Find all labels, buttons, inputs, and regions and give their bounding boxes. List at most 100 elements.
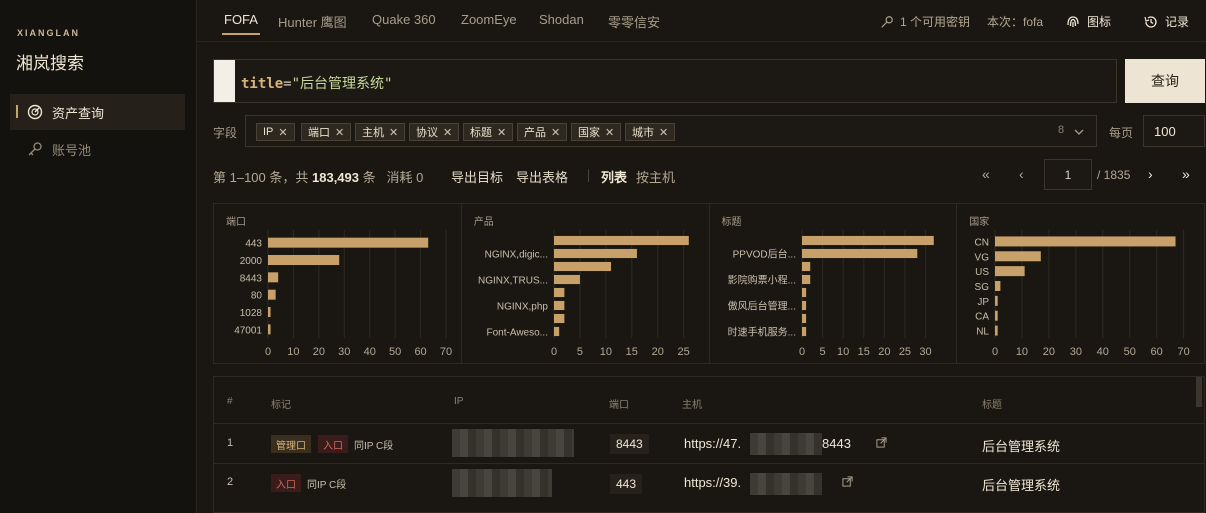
bar	[995, 281, 1001, 291]
bar	[801, 313, 806, 324]
host-link[interactable]: https://47.	[684, 436, 741, 451]
bar	[995, 266, 1025, 277]
tag-management: 管理口	[271, 435, 311, 453]
row-note: 同IP C段	[354, 441, 394, 452]
close-icon: ✕	[389, 126, 399, 139]
tab-quake[interactable]: Quake 360	[372, 12, 436, 27]
tab-hunter[interactable]: Hunter 鹰图	[278, 12, 347, 31]
category-label: CN	[975, 237, 989, 248]
close-icon: ✕	[497, 126, 507, 139]
x-tick-label: 5	[577, 346, 583, 358]
x-tick-label: 25	[677, 346, 689, 358]
page-input[interactable]: 1	[1044, 159, 1092, 190]
bar	[801, 248, 917, 259]
field-chip[interactable]: 主机 ✕	[355, 123, 406, 141]
x-tick-label: 50	[389, 346, 401, 358]
field-chip[interactable]: 产品 ✕	[517, 123, 568, 141]
view-list-tab[interactable]: 列表	[601, 167, 627, 186]
redacted-host	[750, 433, 822, 455]
next-page-icon[interactable]: ›	[1148, 166, 1153, 182]
search-query: title="后台管理系统"	[241, 76, 393, 92]
history-icon	[1144, 15, 1157, 28]
sidebar-item-account-pool[interactable]: 账号池	[10, 131, 185, 167]
chevron-down-icon	[1074, 129, 1084, 135]
category-label: NGINX,digic...	[484, 250, 547, 261]
tag-entry: 入口	[318, 435, 348, 453]
field-chip[interactable]: 协议 ✕	[409, 123, 460, 141]
page-total: / 1835	[1097, 168, 1131, 182]
x-tick-label: 5	[819, 346, 825, 358]
bar	[553, 326, 559, 337]
category-label: CA	[975, 312, 989, 323]
category-label: NGINX,TRUS...	[478, 276, 548, 287]
per-page-input[interactable]: 100	[1143, 115, 1205, 147]
search-input[interactable]: title="后台管理系统"	[213, 59, 1117, 103]
search-button[interactable]: 查询	[1125, 59, 1205, 103]
tab-00sec[interactable]: 零零信安	[608, 12, 660, 31]
tab-fofa[interactable]: FOFA	[222, 12, 260, 35]
bar	[801, 274, 810, 285]
bar	[995, 236, 1176, 247]
x-tick-label: 0	[992, 346, 998, 358]
col-header-ip: IP	[454, 396, 464, 407]
gauge-icon	[26, 103, 44, 121]
x-tick-label: 20	[878, 346, 890, 358]
sidebar: XIANGLAN 湘岚搜索 资产查询 账号池	[0, 0, 197, 513]
export-table-button[interactable]: 导出表格	[516, 167, 568, 186]
close-icon: ✕	[278, 126, 288, 139]
bar	[553, 313, 565, 324]
bar	[801, 300, 806, 311]
bar	[268, 237, 429, 248]
x-tick-label: 40	[364, 346, 376, 358]
field-chip[interactable]: 国家 ✕	[571, 123, 622, 141]
export-targets-button[interactable]: 导出目标	[451, 167, 503, 186]
bar	[268, 289, 276, 300]
x-tick-label: 10	[287, 346, 299, 358]
first-page-icon[interactable]: «	[982, 166, 990, 182]
row-note: 同IP C段	[307, 480, 347, 491]
x-tick-label: 70	[1178, 346, 1190, 358]
sidebar-item-asset-query[interactable]: 资产查询	[10, 94, 185, 130]
x-tick-label: 0	[551, 346, 557, 358]
field-chip[interactable]: 标题 ✕	[463, 123, 514, 141]
chart-port: 端口 0 10 20 30 40 50 60 70 443 2000 8443 80 1028 47001	[214, 204, 462, 363]
field-chip[interactable]: IP ✕	[256, 123, 295, 141]
tab-zoomeye[interactable]: ZoomEye	[461, 12, 517, 27]
field-chip[interactable]: 端口 ✕	[301, 123, 352, 141]
x-tick-label: 20	[313, 346, 325, 358]
icons-button[interactable]: 图标	[1065, 13, 1111, 30]
port-badge: 8443	[610, 434, 649, 454]
available-keys[interactable]: 1 个可用密钥	[880, 13, 970, 30]
external-link-icon	[842, 476, 853, 487]
external-link-icon	[876, 437, 887, 448]
x-tick-label: 20	[1043, 346, 1055, 358]
view-host-tab[interactable]: 按主机	[636, 167, 675, 186]
x-tick-label: 60	[1151, 346, 1163, 358]
chart-country: 国家 0 10 20 30 40 50 60 70 CN VG US SG JP CA NL	[957, 204, 1204, 363]
tab-shodan[interactable]: Shodan	[539, 12, 584, 27]
x-tick-label: 50	[1124, 346, 1136, 358]
row-title: 后台管理系统	[982, 478, 1061, 493]
chart-svg: 0 10 20 30 40 50 60 70 CN VG US SG JP CA NL	[975, 230, 1190, 358]
category-label: PPVOD后台...	[732, 248, 795, 261]
x-tick-label: 0	[265, 346, 271, 358]
result-stats: 第 1–100 条，共 183,493 条 消耗 0	[213, 170, 424, 185]
bar	[801, 235, 934, 246]
category-label: 8443	[240, 273, 263, 284]
bar	[801, 287, 806, 298]
table-scrollbar[interactable]	[1196, 377, 1202, 407]
prev-page-icon[interactable]: ‹	[1019, 166, 1024, 182]
bar	[995, 251, 1042, 262]
last-page-icon[interactable]: »	[1182, 166, 1190, 182]
field-chip[interactable]: 城市 ✕	[625, 123, 676, 141]
history-button[interactable]: 记录	[1143, 13, 1189, 30]
host-link[interactable]: https://39.	[684, 475, 741, 490]
key-icon	[26, 140, 44, 158]
x-tick-label: 70	[440, 346, 452, 358]
row-index: 1	[227, 437, 234, 449]
fields-select[interactable]: IP ✕ 端口 ✕ 主机 ✕ 协议 ✕ 标题 ✕ 产品 ✕ 国家 ✕ 城市 ✕ 8	[245, 115, 1097, 147]
bar	[995, 325, 998, 336]
category-label: NL	[976, 327, 989, 338]
col-header-host: 主机	[682, 400, 702, 411]
x-tick-label: 15	[857, 346, 869, 358]
